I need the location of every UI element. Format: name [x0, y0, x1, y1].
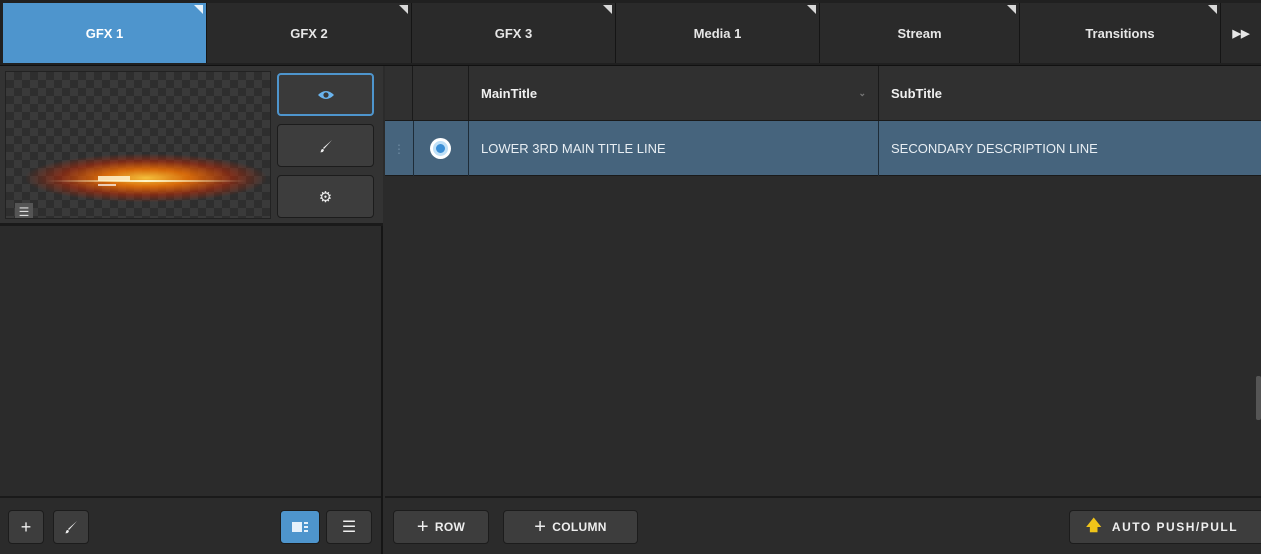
- auto-push-pull-label: AUTO PUSH/PULL: [1111, 520, 1239, 534]
- thumbnail-subtitle-text: [98, 184, 116, 186]
- column-header-maintitle[interactable]: MainTitle ⌄: [469, 66, 879, 121]
- list-view-button[interactable]: ☰: [326, 510, 372, 544]
- select-header: [413, 66, 469, 121]
- handle-header: [385, 66, 413, 121]
- column-header-label: MainTitle: [481, 86, 538, 101]
- add-graphic-button[interactable]: +: [8, 510, 44, 544]
- table-header: MainTitle ⌄ SubTitle: [385, 66, 1261, 121]
- tab-label: GFX 3: [494, 25, 533, 41]
- tab-label: GFX 2: [290, 25, 328, 41]
- plus-icon: +: [20, 516, 32, 537]
- tab-transitions[interactable]: Transitions: [1020, 3, 1221, 63]
- maintitle-cell[interactable]: LOWER 3RD MAIN TITLE LINE: [469, 121, 879, 176]
- thumbnail-view-button[interactable]: [280, 510, 320, 544]
- preview-button[interactable]: [277, 73, 374, 116]
- thumbnail-title-text: [98, 176, 130, 181]
- drag-handle-icon[interactable]: ⋮: [385, 121, 413, 176]
- row-select-cell: [413, 121, 469, 176]
- eye-icon: [317, 90, 334, 99]
- scrollbar[interactable]: [1256, 376, 1261, 420]
- plus-icon: +: [534, 515, 547, 538]
- tab-corner-icon: [399, 5, 408, 14]
- data-table-panel: MainTitle ⌄ SubTitle ⋮ LOWER 3RD MAIN TI…: [385, 66, 1261, 554]
- add-column-button[interactable]: + COLUMN: [503, 510, 638, 544]
- tab-media-1[interactable]: Media 1: [616, 3, 820, 63]
- tab-stream[interactable]: Stream: [820, 3, 1020, 63]
- table-row[interactable]: ⋮ LOWER 3RD MAIN TITLE LINE SECONDARY DE…: [385, 121, 1261, 176]
- list-view-icon: ☰: [341, 519, 357, 536]
- row-select-radio[interactable]: [430, 138, 451, 159]
- tab-corner-icon: [603, 5, 612, 14]
- tab-label: Transitions: [1085, 25, 1155, 41]
- tab-bar: GFX 1 GFX 2 GFX 3 Media 1 Stream Transit…: [0, 0, 1261, 66]
- arrow-up-icon: 🡅: [1086, 516, 1103, 534]
- tab-corner-icon: [194, 5, 203, 14]
- tab-corner-icon: [807, 5, 816, 14]
- add-row-button[interactable]: + ROW: [393, 510, 489, 544]
- table-footer-toolbar: + ROW + COLUMN 🡅 AUTO PUSH/PULL: [385, 496, 1261, 554]
- tab-label: Stream: [897, 25, 942, 41]
- subtitle-cell[interactable]: SECONDARY DESCRIPTION LINE: [879, 121, 1261, 176]
- brush-icon: [65, 521, 77, 534]
- graphic-item[interactable]: ☰ ⚙: [0, 66, 383, 226]
- gear-icon: ⚙: [318, 188, 333, 206]
- tab-corner-icon: [1007, 5, 1016, 14]
- radio-selected-dot: [433, 141, 448, 156]
- tab-corner-icon: [1208, 5, 1217, 14]
- thumbnail-view-icon: [292, 522, 308, 532]
- graphic-settings-button[interactable]: ⚙: [277, 175, 374, 218]
- plus-icon: +: [416, 515, 429, 538]
- flare-graphic: [26, 154, 266, 202]
- tab-label: Media 1: [693, 25, 742, 41]
- edit-graphic-button[interactable]: [277, 124, 374, 167]
- tab-gfx-1[interactable]: GFX 1: [3, 3, 207, 63]
- auto-push-pull-button[interactable]: 🡅 AUTO PUSH/PULL: [1069, 510, 1261, 544]
- tab-label: GFX 1: [85, 25, 124, 41]
- add-column-label: COLUMN: [552, 520, 607, 534]
- column-header-subtitle[interactable]: SubTitle: [879, 66, 1261, 121]
- graphic-thumbnail[interactable]: ☰: [5, 71, 271, 219]
- left-footer-toolbar: + ☰: [0, 496, 381, 554]
- graphics-list-panel: ☰ ⚙ + ☰: [0, 66, 383, 554]
- column-header-label: SubTitle: [891, 86, 943, 101]
- light-streak: [46, 180, 246, 182]
- add-row-label: ROW: [434, 520, 466, 534]
- tab-gfx-2[interactable]: GFX 2: [207, 3, 412, 63]
- tab-gfx-3[interactable]: GFX 3: [412, 3, 616, 63]
- cell-text: SECONDARY DESCRIPTION LINE: [891, 141, 1098, 156]
- cell-text: LOWER 3RD MAIN TITLE LINE: [481, 141, 666, 156]
- chevron-down-icon[interactable]: ⌄: [858, 88, 866, 99]
- edit-button[interactable]: [53, 510, 89, 544]
- tab-scroll-right-button[interactable]: ▶▶: [1221, 3, 1261, 63]
- brush-icon: [319, 139, 332, 152]
- list-icon[interactable]: ☰: [15, 203, 33, 218]
- double-chevron-right-icon: ▶▶: [1232, 27, 1250, 40]
